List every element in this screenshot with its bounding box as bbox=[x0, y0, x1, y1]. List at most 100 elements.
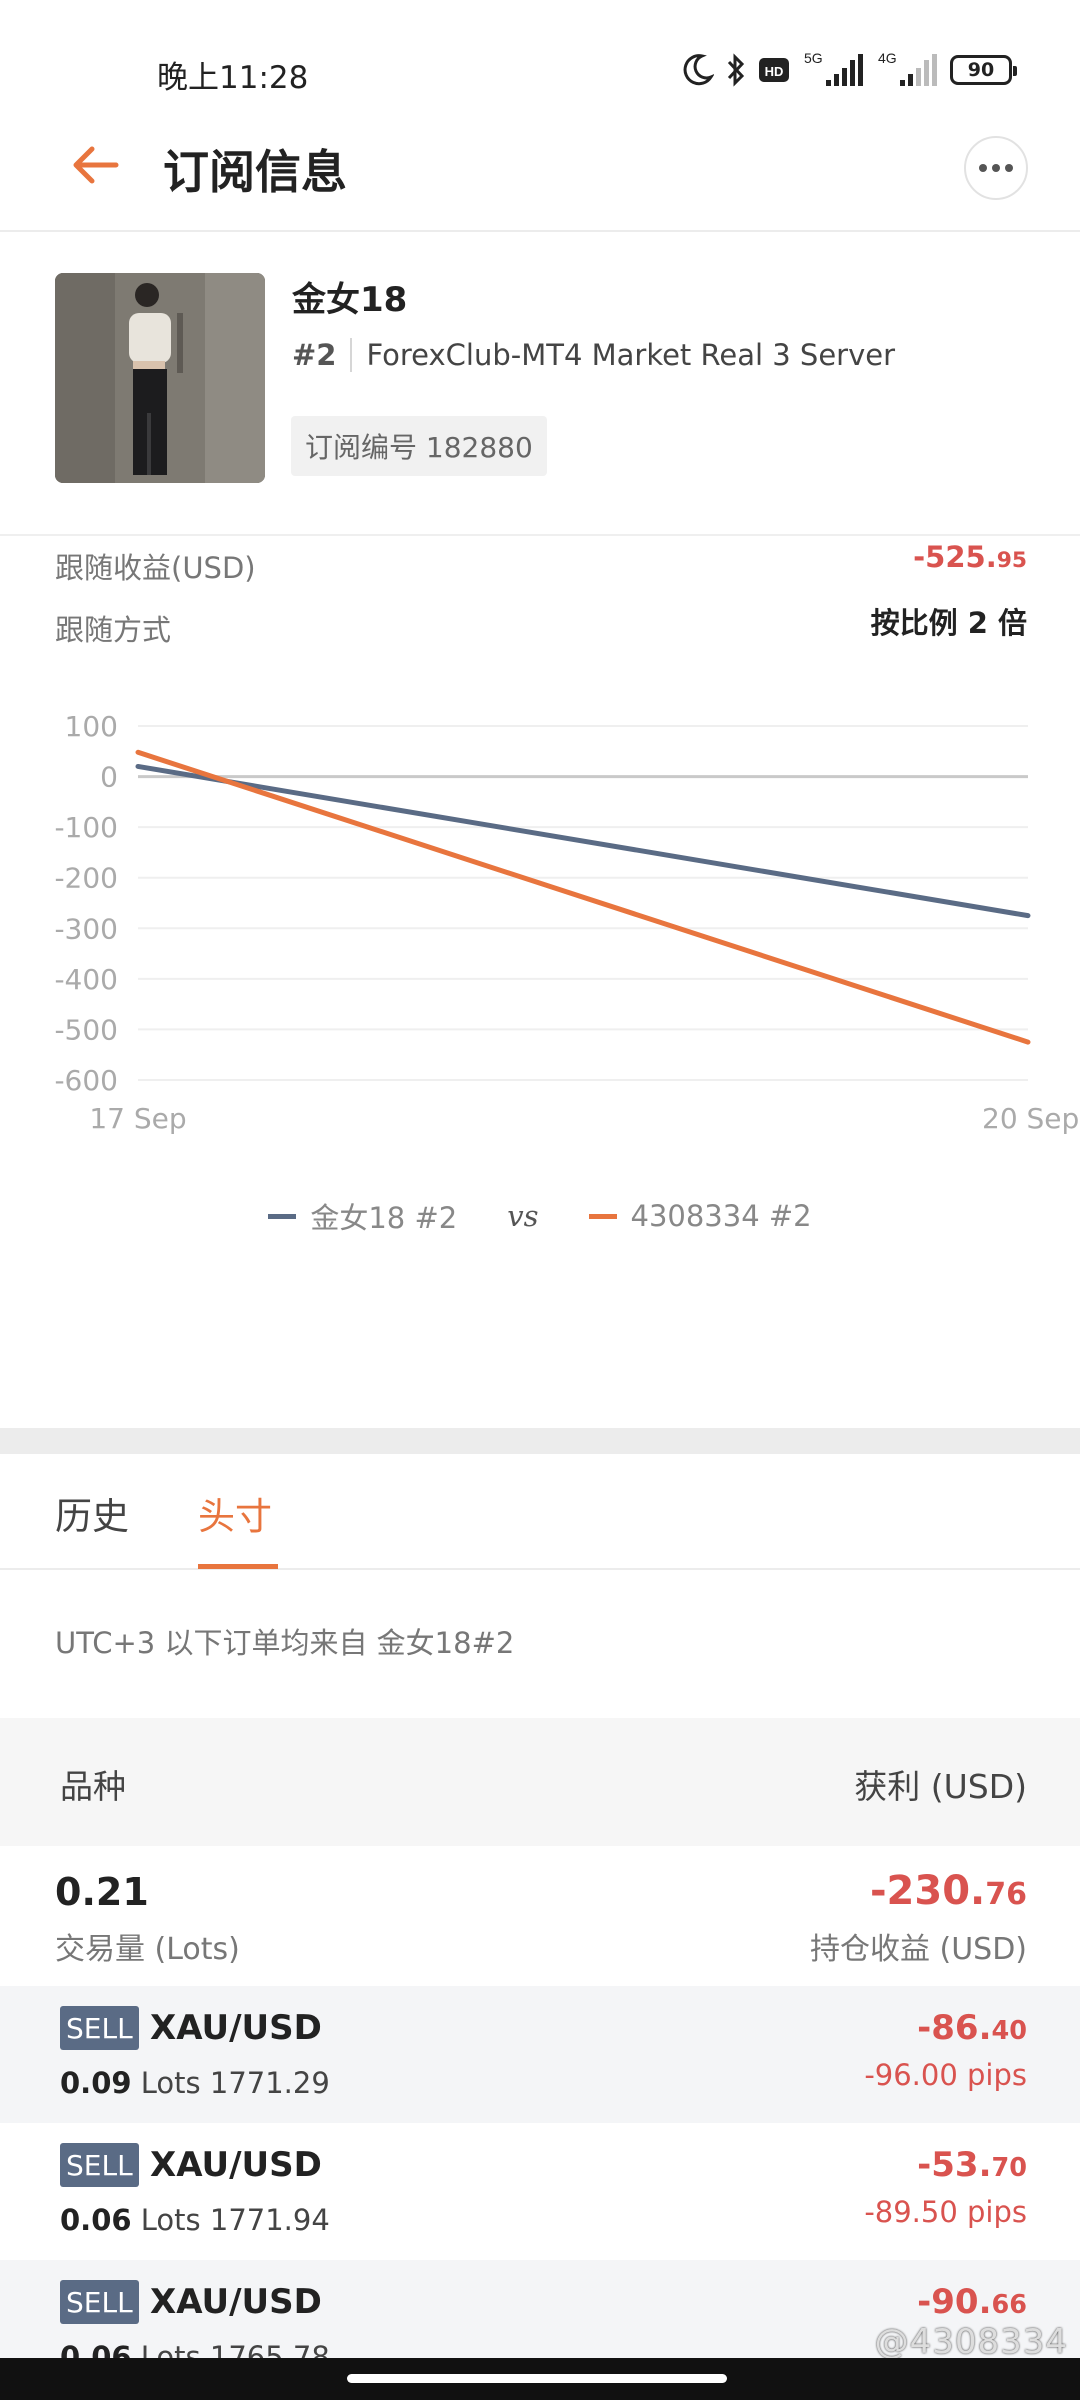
position-symbol: XAU/USD bbox=[150, 2282, 322, 2322]
follow-profit-dec: 95 bbox=[996, 548, 1027, 573]
y-tick-label: -200 bbox=[54, 862, 118, 895]
signal-5g-icon: 5G bbox=[804, 50, 863, 86]
position-profit-dec: 40 bbox=[991, 2016, 1028, 2046]
position-lots: 0.06 bbox=[60, 2340, 132, 2358]
total-profit-label: 持仓收益 (USD) bbox=[809, 1932, 1027, 1967]
server-name: ForexClub-MT4 Market Real 3 Server bbox=[366, 338, 896, 372]
svg-text:5G: 5G bbox=[804, 50, 823, 66]
back-button[interactable] bbox=[66, 136, 124, 194]
status-icons: HD 5G 4G 90 bbox=[682, 48, 1017, 92]
status-time: 晚上11:28 bbox=[157, 60, 309, 96]
position-symbol: XAU/USD bbox=[150, 2008, 322, 2048]
arrow-left-icon bbox=[73, 146, 119, 184]
lots-unit: Lots bbox=[140, 2203, 201, 2237]
watermark: @4308334 bbox=[874, 2322, 1068, 2362]
open-price: 1765.78 bbox=[209, 2340, 330, 2358]
legend-vs: vs bbox=[507, 1199, 539, 1233]
divider bbox=[350, 338, 353, 372]
trader-name: 金女18 bbox=[292, 280, 408, 320]
legend-item-series-2: 4308334 #2 bbox=[588, 1199, 812, 1233]
x-tick-label: 20 Sep bbox=[982, 1102, 1079, 1135]
moon-icon bbox=[683, 54, 714, 86]
position-profit: -90.66 bbox=[917, 2282, 1027, 2322]
lots-unit: Lots bbox=[140, 2066, 201, 2100]
bluetooth-icon bbox=[727, 53, 745, 87]
position-lots-line: 0.06 Lots 1771.94 bbox=[60, 2203, 330, 2237]
y-tick-label: -400 bbox=[54, 963, 118, 996]
avatar-photo bbox=[55, 273, 265, 483]
divider bbox=[0, 534, 1080, 536]
x-tick-label: 17 Sep bbox=[89, 1102, 186, 1135]
more-dot-icon bbox=[992, 164, 1000, 172]
more-dot-icon bbox=[979, 164, 987, 172]
position-symbol: XAU/USD bbox=[150, 2145, 322, 2185]
lots-unit: Lots bbox=[140, 2340, 201, 2358]
y-tick-label: -300 bbox=[54, 912, 118, 945]
position-profit: -53.70 bbox=[917, 2145, 1027, 2185]
follow-mode-value: 按比例 2 倍 bbox=[870, 606, 1027, 640]
account-number: #2 bbox=[292, 338, 337, 372]
follow-profit-value: -525.95 bbox=[913, 540, 1027, 574]
svg-text:4G: 4G bbox=[878, 50, 897, 66]
more-dot-icon bbox=[1005, 164, 1013, 172]
total-lots: 0.21 bbox=[55, 1870, 149, 1914]
side-badge: SELL bbox=[60, 2006, 139, 2050]
position-profit-int: -90. bbox=[917, 2282, 992, 2322]
home-indicator[interactable] bbox=[347, 2374, 727, 2383]
position-lots: 0.06 bbox=[60, 2203, 132, 2237]
position-profit-int: -86. bbox=[917, 2008, 992, 2048]
y-tick-label: -600 bbox=[54, 1064, 118, 1097]
section-divider bbox=[0, 1428, 1080, 1454]
battery-icon: 90 bbox=[950, 55, 1017, 85]
more-button[interactable] bbox=[964, 136, 1028, 200]
series-line-1 bbox=[135, 763, 1031, 919]
y-tick-label: -100 bbox=[54, 811, 118, 844]
tab-active-indicator bbox=[198, 1564, 278, 1569]
position-row[interactable]: SELL XAU/USD 0.06 Lots 1771.94 -53.70 -8… bbox=[0, 2123, 1080, 2260]
y-tick-label: -500 bbox=[54, 1013, 118, 1046]
chart-legend: 金女18 #2 vs 4308334 #2 bbox=[0, 1195, 1080, 1237]
follow-profit-label: 跟随收益(USD) bbox=[55, 551, 256, 585]
app-header: 订阅信息 bbox=[0, 100, 1080, 232]
tab-history[interactable]: 历史 bbox=[55, 1486, 129, 1540]
open-price: 1771.94 bbox=[209, 2203, 330, 2237]
column-header-symbol: 品种 bbox=[60, 1767, 126, 1806]
position-pips: -89.50 pips bbox=[864, 2195, 1027, 2229]
total-profit-dec: 76 bbox=[985, 1877, 1027, 1912]
position-profit-dec: 70 bbox=[991, 2153, 1028, 2183]
position-profit-int: -53. bbox=[917, 2145, 992, 2185]
y-tick-label: 100 bbox=[65, 710, 118, 743]
hd-icon: HD bbox=[759, 58, 789, 82]
legend-swatch bbox=[588, 1213, 617, 1219]
y-tick-label: 0 bbox=[100, 761, 118, 794]
position-lots-line: 0.06 Lots 1765.78 bbox=[60, 2340, 330, 2358]
position-lots-line: 0.09 Lots 1771.29 bbox=[60, 2066, 330, 2100]
side-badge: SELL bbox=[60, 2143, 139, 2187]
legend-label: 4308334 #2 bbox=[630, 1199, 812, 1233]
legend-swatch bbox=[268, 1213, 297, 1219]
position-profit-dec: 66 bbox=[991, 2290, 1028, 2320]
trader-avatar[interactable] bbox=[55, 273, 265, 483]
legend-item-series-1: 金女18 #2 bbox=[268, 1195, 457, 1237]
total-profit-int: -230. bbox=[869, 1868, 986, 1914]
timezone-note: UTC+3 以下订单均来自 金女18#2 bbox=[55, 1626, 515, 1660]
status-bar: 晚上11:28 HD 5G 4G 90 bbox=[0, 0, 1080, 100]
follow-profit-int: -525. bbox=[913, 540, 997, 574]
account-line: #2 ForexClub-MT4 Market Real 3 Server bbox=[292, 338, 895, 372]
series-line-2 bbox=[135, 749, 1031, 1045]
signal-4g-icon: 4G bbox=[878, 50, 937, 86]
positions-summary: 0.21 交易量 (Lots) -230.76 持仓收益 (USD) bbox=[0, 1846, 1080, 1986]
svg-text:HD: HD bbox=[765, 64, 784, 79]
chart-svg: 100 0 -100 -200 -300 -400 -500 -600 17 Sep 20 Sep bbox=[54, 710, 1079, 1135]
position-row[interactable]: SELL XAU/USD 0.09 Lots 1771.29 -86.40 -9… bbox=[0, 1986, 1080, 2123]
page-title: 订阅信息 bbox=[163, 145, 347, 199]
follow-mode-label: 跟随方式 bbox=[55, 613, 172, 647]
tab-bar: 历史 头寸 bbox=[0, 1454, 1080, 1570]
position-lots: 0.09 bbox=[60, 2066, 132, 2100]
equity-chart[interactable]: 100 0 -100 -200 -300 -400 -500 -600 17 Sep 20 Sep bbox=[0, 690, 1080, 1170]
tab-positions[interactable]: 头寸 bbox=[198, 1486, 272, 1540]
position-pips: -96.00 pips bbox=[864, 2058, 1027, 2092]
side-badge: SELL bbox=[60, 2280, 139, 2324]
table-header: 品种 获利 (USD) bbox=[0, 1718, 1080, 1846]
total-profit: -230.76 bbox=[870, 1868, 1027, 1914]
